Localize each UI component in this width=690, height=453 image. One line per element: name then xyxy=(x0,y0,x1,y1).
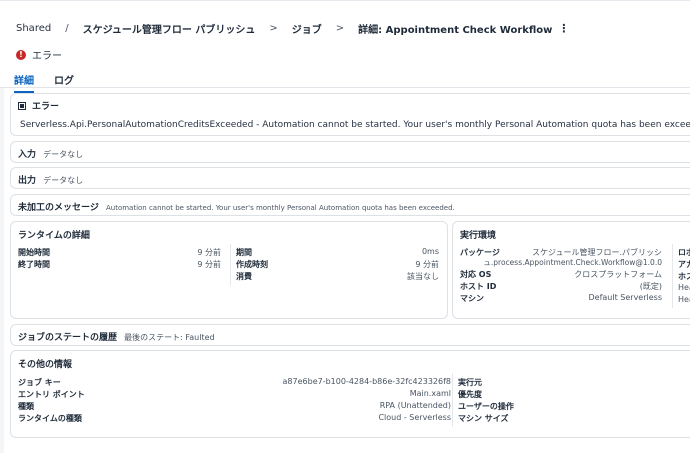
overflow-label: アカ xyxy=(678,260,690,269)
duration-value: 0ms xyxy=(421,247,439,256)
other-info-divider xyxy=(452,373,453,427)
state-history-label: ジョブのステートの履歴 xyxy=(18,333,118,343)
machine-value: Default Serverless xyxy=(588,293,663,302)
raw-message-value: Automation cannot be started. Your user'… xyxy=(105,204,455,212)
overflow-label: ホス xyxy=(678,272,690,281)
tab-details[interactable]: 詳細 xyxy=(14,70,34,93)
job-status: ! エラー xyxy=(16,47,62,62)
consumption-value: 該当なし xyxy=(407,272,439,281)
input-row: 入力 データなし xyxy=(18,147,83,160)
kebab-icon[interactable]: ⋮ xyxy=(558,22,569,35)
status-label: エラー xyxy=(32,51,62,62)
state-history-card[interactable]: ジョブのステートの履歴 最後のステート: Faulted xyxy=(10,324,690,346)
user-action-label: ユーザーの操作 xyxy=(458,402,514,411)
breadcrumb-current: 詳細: Appointment Check Workflow xyxy=(358,25,553,36)
breadcrumb-shared[interactable]: Shared xyxy=(16,23,51,34)
machine-label: マシン xyxy=(460,294,484,303)
start-time-value: 9 分前 xyxy=(197,248,221,257)
raw-message-row: 未加工のメッセージ Automation cannot be started. … xyxy=(18,200,455,213)
top-border xyxy=(0,0,690,1)
tab-bar: 詳細 ログ xyxy=(14,70,94,93)
breadcrumb-separator: > xyxy=(269,23,278,34)
job-key-value: a87e6be7-b100-4284-b86e-32fc423326f8 xyxy=(282,377,451,386)
start-time-label: 開始時間 xyxy=(18,248,50,257)
left-gutter xyxy=(0,88,4,453)
end-time-label: 終了時間 xyxy=(18,260,50,269)
type-value: RPA (Unattended) xyxy=(379,401,451,410)
tabs-divider xyxy=(0,87,690,88)
end-time-value: 9 分前 xyxy=(197,260,221,269)
environment-title: 実行環境 xyxy=(460,231,497,241)
breadcrumb-separator: / xyxy=(65,23,69,34)
output-card[interactable]: 出力 データなし xyxy=(10,167,690,189)
error-card: エラー Serverless.Api.PersonalAutomationCre… xyxy=(10,93,690,136)
raw-message-label: 未加工のメッセージ xyxy=(18,203,99,213)
consumption-label: 消費 xyxy=(236,272,252,281)
created-time-label: 作成時刻 xyxy=(236,260,268,269)
created-time-value: 9 分前 xyxy=(415,260,439,269)
overflow-label: Hea xyxy=(678,295,690,304)
entry-point-value: Main.xaml xyxy=(409,389,451,398)
other-info-title: その他の情報 xyxy=(18,360,73,370)
error-message: Serverless.Api.PersonalAutomationCredits… xyxy=(20,120,690,130)
host-id-label: ホスト ID xyxy=(460,282,497,291)
runtime-type-label: ランタイムの種類 xyxy=(18,414,82,423)
environment-divider xyxy=(672,244,673,308)
os-label: 対応 OS xyxy=(460,270,492,279)
error-square-icon xyxy=(18,101,26,110)
output-value: データなし xyxy=(43,176,84,185)
package-value-line2: ュ.process.Appointment.Check.Workflow@1.0… xyxy=(483,258,662,267)
duration-label: 期間 xyxy=(236,248,252,257)
breadcrumb-jobs[interactable]: ジョブ xyxy=(292,21,322,36)
input-value: データなし xyxy=(43,150,84,159)
os-value: クロスプラットフォーム xyxy=(574,270,662,279)
breadcrumb-process[interactable]: スケジュール管理フロー パブリッシュ xyxy=(83,21,256,36)
overflow-label: Hea xyxy=(678,283,690,292)
priority-label: 優先度 xyxy=(458,390,482,399)
state-history-value: 最後のステート: Faulted xyxy=(124,333,215,342)
runtime-type-value: Cloud - Serverless xyxy=(378,413,451,422)
input-card[interactable]: 入力 データなし xyxy=(10,141,690,163)
machine-size-label: マシン サイズ xyxy=(458,414,509,423)
type-label: 種類 xyxy=(18,402,34,411)
error-card-title: エラー xyxy=(32,102,60,112)
error-card-header: エラー xyxy=(18,99,59,112)
job-key-label: ジョブ キー xyxy=(18,378,61,387)
entry-point-label: エントリ ポイント xyxy=(18,390,85,399)
overflow-label: ロボ xyxy=(678,248,690,257)
tab-logs[interactable]: ログ xyxy=(54,70,74,93)
breadcrumb: Shared / スケジュール管理フロー パブリッシュ > ジョブ > 詳細: … xyxy=(16,21,569,36)
runtime-divider xyxy=(230,244,231,286)
state-history-row: ジョブのステートの履歴 最後のステート: Faulted xyxy=(18,330,215,343)
error-circle-icon: ! xyxy=(16,49,26,60)
runtime-details-card: ランタイムの詳細 開始時間 9 分前 終了時間 9 分前 期間 0ms 作成時刻… xyxy=(10,221,448,319)
host-id-value: (既定) xyxy=(639,282,662,291)
breadcrumb-separator: > xyxy=(335,23,345,34)
input-label: 入力 xyxy=(18,150,37,160)
other-info-card: その他の情報 ジョブ キー a87e6be7-b100-4284-b86e-32… xyxy=(10,350,690,438)
runtime-title: ランタイムの詳細 xyxy=(18,231,90,241)
output-row: 出力 データなし xyxy=(18,173,83,186)
raw-message-card[interactable]: 未加工のメッセージ Automation cannot be started. … xyxy=(10,194,690,216)
execution-environment-card: 実行環境 パッケージ スケジュール管理フロー.パブリッシ ュ.process.A… xyxy=(452,221,690,319)
executed-by-label: 実行元 xyxy=(458,378,482,387)
output-label: 出力 xyxy=(18,176,37,186)
